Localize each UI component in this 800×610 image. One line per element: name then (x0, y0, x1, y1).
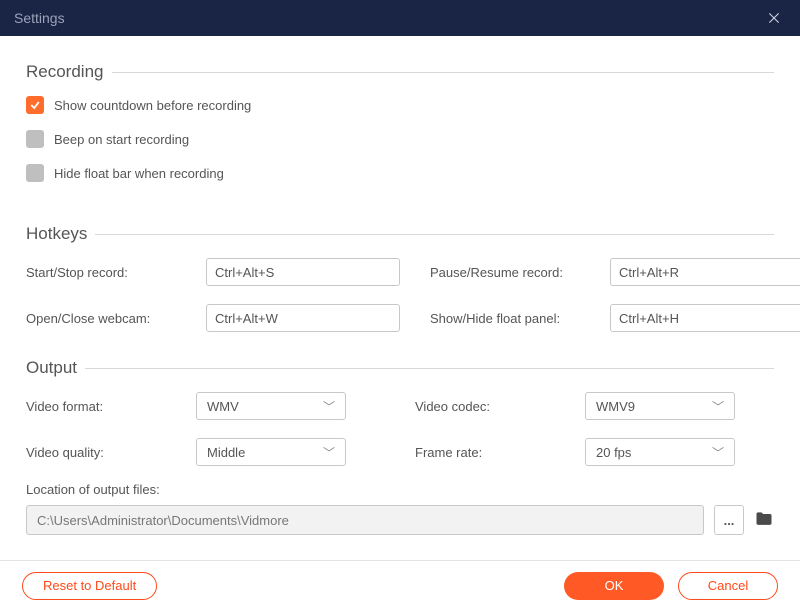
hotkey-input-pause-resume[interactable] (610, 258, 800, 286)
hotkey-start-stop: Start/Stop record: (26, 258, 400, 286)
field-label: Frame rate: (415, 445, 585, 460)
chevron-down-icon: ﹀ (712, 444, 724, 461)
chevron-down-icon: ﹀ (323, 444, 335, 461)
location-row: C:\Users\Administrator\Documents\Vidmore… (26, 505, 774, 535)
hotkey-webcam: Open/Close webcam: (26, 304, 400, 332)
section-header-hotkeys: Hotkeys (26, 224, 774, 244)
ok-button[interactable]: OK (564, 572, 664, 600)
reset-to-default-button[interactable]: Reset to Default (22, 572, 157, 600)
chevron-down-icon: ﹀ (712, 398, 724, 415)
location-label: Location of output files: (26, 482, 774, 497)
option-countdown[interactable]: Show countdown before recording (26, 96, 774, 114)
video-codec-field: Video codec: WMV9 ﹀ (415, 392, 774, 420)
section-title: Output (26, 358, 85, 378)
location-value: C:\Users\Administrator\Documents\Vidmore (37, 513, 289, 528)
hotkey-input-webcam[interactable] (206, 304, 400, 332)
field-label: Open/Close webcam: (26, 311, 206, 326)
settings-body: Recording Show countdown before recordin… (0, 36, 800, 560)
checkbox-label: Show countdown before recording (54, 98, 251, 113)
hotkey-input-start-stop[interactable] (206, 258, 400, 286)
select-value: Middle (207, 445, 245, 460)
field-label: Show/Hide float panel: (430, 311, 610, 326)
hotkey-input-floatpanel[interactable] (610, 304, 800, 332)
browse-button[interactable]: ... (714, 505, 744, 535)
select-value: WMV9 (596, 399, 635, 414)
hotkey-floatpanel: Show/Hide float panel: (430, 304, 800, 332)
section-header-output: Output (26, 358, 774, 378)
option-hidefloat[interactable]: Hide float bar when recording (26, 164, 774, 182)
location-input[interactable]: C:\Users\Administrator\Documents\Vidmore (26, 505, 704, 535)
window-title: Settings (14, 10, 65, 26)
select-video-quality[interactable]: Middle ﹀ (196, 438, 346, 466)
section-title: Recording (26, 62, 112, 82)
section-header-recording: Recording (26, 62, 774, 82)
field-label: Start/Stop record: (26, 265, 206, 280)
field-label: Pause/Resume record: (430, 265, 610, 280)
hotkey-pause-resume: Pause/Resume record: (430, 258, 800, 286)
cancel-button[interactable]: Cancel (678, 572, 778, 600)
select-frame-rate[interactable]: 20 fps ﹀ (585, 438, 735, 466)
video-format-field: Video format: WMV ﹀ (26, 392, 385, 420)
option-beep[interactable]: Beep on start recording (26, 130, 774, 148)
output-grid: Video format: WMV ﹀ Video codec: WMV9 ﹀ … (26, 392, 774, 466)
checkbox-hidefloat[interactable] (26, 164, 44, 182)
field-label: Video format: (26, 399, 196, 414)
titlebar: Settings (0, 0, 800, 36)
chevron-down-icon: ﹀ (323, 398, 335, 415)
select-value: WMV (207, 399, 239, 414)
dialog-footer: Reset to Default OK Cancel (0, 560, 800, 610)
checkbox-label: Beep on start recording (54, 132, 189, 147)
select-value: 20 fps (596, 445, 631, 460)
checkbox-beep[interactable] (26, 130, 44, 148)
select-video-format[interactable]: WMV ﹀ (196, 392, 346, 420)
select-video-codec[interactable]: WMV9 ﹀ (585, 392, 735, 420)
ellipsis-icon: ... (724, 513, 735, 528)
checkbox-label: Hide float bar when recording (54, 166, 224, 181)
field-label: Video codec: (415, 399, 585, 414)
frame-rate-field: Frame rate: 20 fps ﹀ (415, 438, 774, 466)
close-icon[interactable] (762, 6, 786, 30)
section-title: Hotkeys (26, 224, 95, 244)
hotkeys-grid: Start/Stop record: Pause/Resume record: … (26, 258, 774, 332)
checkbox-countdown[interactable] (26, 96, 44, 114)
video-quality-field: Video quality: Middle ﹀ (26, 438, 385, 466)
open-folder-icon[interactable] (754, 509, 774, 532)
field-label: Video quality: (26, 445, 196, 460)
